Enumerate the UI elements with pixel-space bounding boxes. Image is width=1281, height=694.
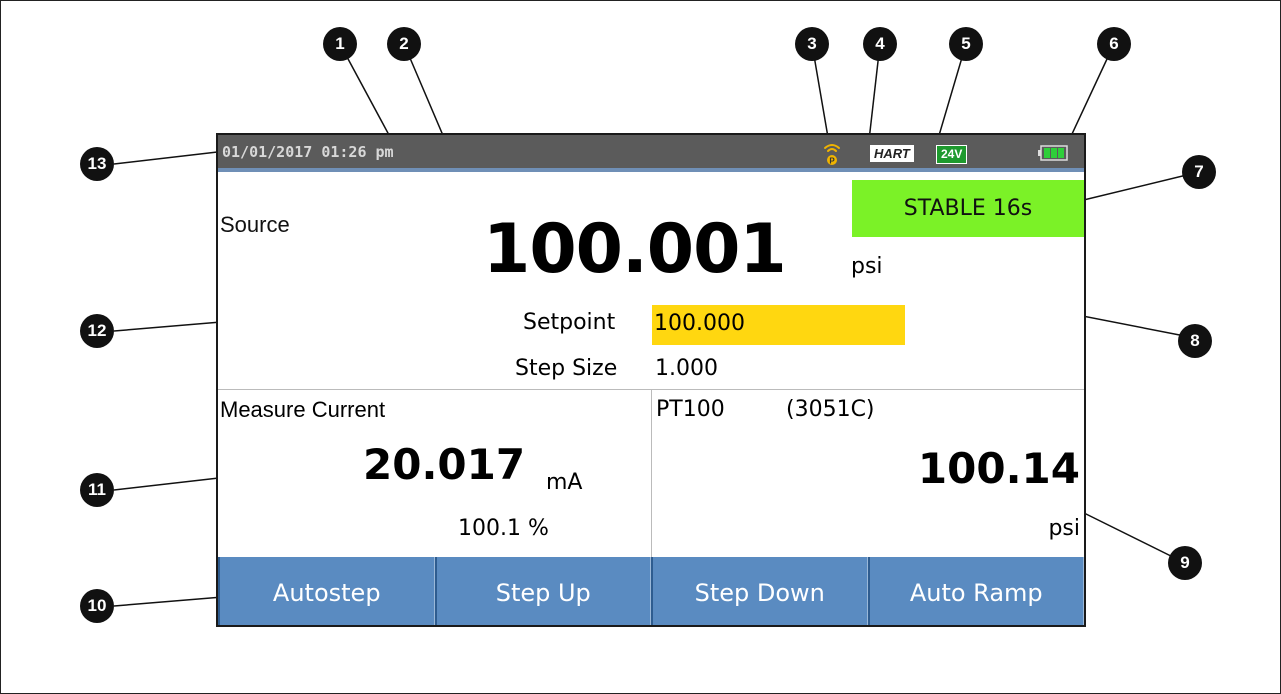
callout-7: 7 [1182,155,1216,189]
callout-13: 13 [80,147,114,181]
measure-label: Measure Current [220,397,386,422]
callout-12: 12 [80,314,114,348]
auto-ramp-button[interactable]: Auto Ramp [867,557,1084,625]
source-label: Source [220,212,290,237]
callout-6: 6 [1097,27,1131,61]
callout-11: 11 [80,473,114,507]
pt-device-tag: (3051C) [786,397,875,422]
callout-1: 1 [323,27,357,61]
callout-4: 4 [863,27,897,61]
softkey-bar: Autostep Step Up Step Down Auto Ramp [218,557,1084,625]
stability-text: STABLE 16s [903,196,1033,221]
source-reading: 100.001 [483,210,787,289]
svg-text:P: P [829,157,835,166]
status-datetime: 01/01/2017 01:26 pm [222,143,394,161]
callout-2: 2 [387,27,421,61]
divider-vertical [651,390,652,557]
callout-8: 8 [1178,324,1212,358]
measure-unit: mA [546,470,583,495]
pt-unit: psi [1048,516,1080,541]
autostep-button[interactable]: Autostep [218,557,435,625]
setpoint-label: Setpoint [523,310,616,335]
setpoint-field[interactable]: 100.000 [652,305,905,345]
source-panel: Source STABLE 16s 100.001 psi Setpoint 1… [218,172,1084,389]
leader-13 [113,150,227,165]
step-size-value[interactable]: 1.000 [655,356,718,381]
wireless-icon: P [818,139,846,171]
device-screen: 01/01/2017 01:26 pm P HART 24V Source ST… [216,133,1086,627]
measure-percent: 100.1 % [458,516,549,541]
loop-power-24v-badge: 24V [936,145,968,164]
callout-3: 3 [795,27,829,61]
callout-10: 10 [80,589,114,623]
step-size-label: Step Size [515,356,618,381]
step-up-button[interactable]: Step Up [434,557,651,625]
measure-reading: 20.017 [363,440,526,489]
callout-5: 5 [949,27,983,61]
source-unit: psi [851,254,883,279]
callout-9: 9 [1168,546,1202,580]
step-down-button[interactable]: Step Down [651,557,868,625]
hart-badge: HART [870,145,914,162]
battery-icon [1038,145,1068,165]
pt-reading: 100.14 [917,444,1080,493]
stability-indicator: STABLE 16s [852,180,1084,237]
pt-label: PT100 [656,397,725,422]
status-bar: 01/01/2017 01:26 pm P HART 24V [218,135,1084,172]
